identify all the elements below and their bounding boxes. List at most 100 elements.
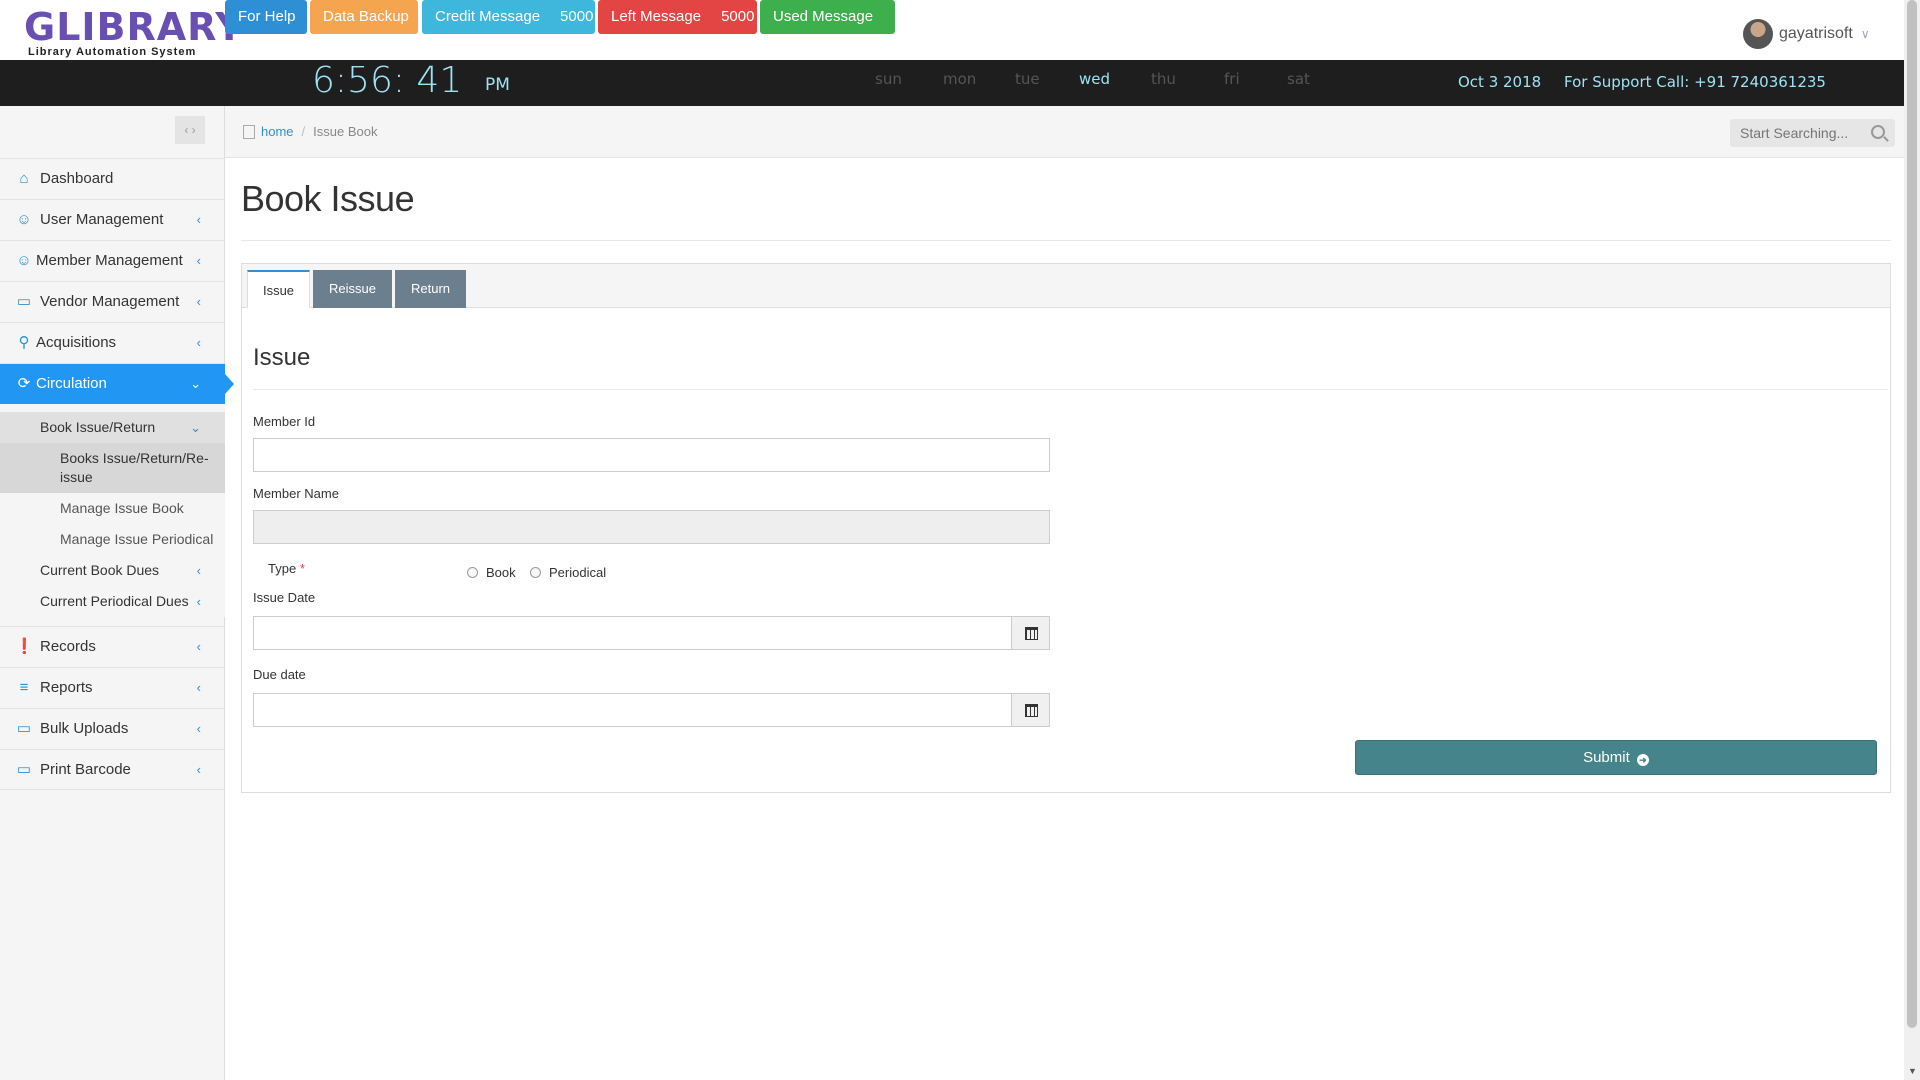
divider bbox=[241, 240, 1891, 241]
credit-message-count: 5000 bbox=[560, 8, 594, 25]
sidebar-item-acquisitions[interactable]: ⚲ Acquisitions ‹ bbox=[0, 322, 225, 363]
member-id-label: Member Id bbox=[253, 414, 316, 429]
due-date-input[interactable] bbox=[253, 693, 1012, 727]
submit-button[interactable]: Submit ➜ bbox=[1355, 740, 1877, 775]
sidebar-item-records[interactable]: ❗ Records ‹ bbox=[0, 626, 225, 667]
radio-label: Book bbox=[486, 565, 516, 580]
sidebar-item-manage-issue-book[interactable]: Manage Issue Book bbox=[0, 493, 225, 524]
arrow-circle-right-icon: ➜ bbox=[1636, 754, 1649, 766]
due-date-calendar-button[interactable] bbox=[1011, 693, 1050, 727]
search-input[interactable] bbox=[1730, 119, 1865, 147]
submenu-label: Current Book Dues bbox=[40, 562, 160, 578]
divider bbox=[253, 389, 1888, 390]
tab-strip: Issue Reissue Return bbox=[242, 264, 1890, 308]
sidebar-item-circulation[interactable]: ⟳ Circulation ⌄ bbox=[0, 363, 234, 404]
tab-issue[interactable]: Issue bbox=[247, 270, 310, 308]
type-label-row: Type * bbox=[268, 561, 305, 576]
calendar-icon bbox=[1025, 704, 1038, 717]
chevron-left-icon: ‹ bbox=[196, 212, 201, 227]
left-message-button[interactable]: Left Message 5000 bbox=[598, 0, 757, 34]
chevron-left-icon: ‹ bbox=[196, 294, 201, 309]
type-radio-periodical[interactable]: Periodical bbox=[530, 565, 606, 580]
section-title: Issue bbox=[253, 344, 311, 371]
sidebar-item-print-barcode[interactable]: ▭ Print Barcode ‹ bbox=[0, 749, 225, 790]
used-message-label: Used Message bbox=[773, 8, 874, 25]
sidebar-item-label: Print Barcode bbox=[40, 761, 131, 778]
issue-date-calendar-button[interactable] bbox=[1011, 616, 1050, 650]
issue-date-input[interactable] bbox=[253, 616, 1012, 650]
sidebar-item-current-book-dues[interactable]: Current Book Dues ‹ bbox=[0, 555, 225, 586]
chevron-left-icon: ‹ bbox=[196, 721, 201, 736]
clock-time: 6:56: 41 bbox=[312, 60, 463, 101]
scrollbar-thumb[interactable] bbox=[1907, 0, 1917, 1028]
sidebar-collapse-toggle[interactable]: ‹ › bbox=[175, 116, 205, 144]
page-title: Book Issue bbox=[241, 178, 415, 219]
chevron-down-icon: ⌄ bbox=[190, 376, 201, 391]
user-name: gayatrisoft bbox=[1779, 25, 1853, 42]
radio-button[interactable] bbox=[467, 567, 478, 578]
support-phone: For Support Call: +91 7240361235 bbox=[1564, 73, 1826, 91]
sidebar-item-manage-issue-periodical[interactable]: Manage Issue Periodical bbox=[0, 524, 225, 555]
user-menu[interactable]: gayatrisoft ∨ bbox=[1743, 18, 1870, 50]
chevron-left-icon: ‹ bbox=[196, 594, 201, 609]
sidebar-item-book-issue-return[interactable]: Book Issue/Return ⌄ bbox=[0, 412, 225, 443]
sidebar-item-label: Bulk Uploads bbox=[40, 720, 129, 737]
sidebar-item-reports[interactable]: ≡ Reports ‹ bbox=[0, 667, 225, 708]
tab-return[interactable]: Return bbox=[395, 270, 466, 308]
chevron-left-icon: ‹ bbox=[196, 762, 201, 777]
data-backup-button[interactable]: Data Backup bbox=[310, 0, 418, 34]
radio-button[interactable] bbox=[530, 567, 541, 578]
sidebar-item-current-periodical-dues[interactable]: Current Periodical Dues ‹ bbox=[0, 586, 225, 617]
submenu-label: Current Periodical Dues bbox=[40, 593, 189, 609]
sidebar-item-books-issue-return-reissue[interactable]: Books Issue/Return/Re-issue bbox=[0, 443, 225, 493]
chevron-left-icon: ‹ bbox=[196, 639, 201, 654]
weekday-tue: tue bbox=[1015, 70, 1040, 88]
chevron-left-icon: ‹ bbox=[196, 253, 201, 268]
sidebar-item-bulk-uploads[interactable]: ▭ Bulk Uploads ‹ bbox=[0, 708, 225, 749]
refresh-icon: ⟳ bbox=[17, 375, 31, 392]
due-date-picker bbox=[253, 693, 1050, 727]
breadcrumb-home-link[interactable]: home bbox=[261, 124, 294, 139]
member-id-input[interactable] bbox=[253, 438, 1050, 472]
logo-subtitle: Library Automation System bbox=[28, 46, 197, 58]
file-icon bbox=[243, 124, 255, 139]
main-content: Book Issue Issue Reissue Return Issue Me… bbox=[225, 158, 1904, 1080]
app-logo[interactable]: GLIBRARY Library Automation System bbox=[22, 4, 243, 58]
submenu-label: Book Issue/Return bbox=[40, 419, 156, 435]
chevron-left-icon: ‹ bbox=[196, 335, 201, 350]
help-button[interactable]: For Help bbox=[225, 0, 307, 34]
sidebar-item-label: Dashboard bbox=[40, 170, 114, 187]
sidebar-item-vendor-management[interactable]: ▭ Vendor Management ‹ bbox=[0, 281, 225, 322]
sidebar-item-label: Vendor Management bbox=[40, 293, 180, 310]
chevron-left-icon: ‹ bbox=[196, 680, 201, 695]
avatar bbox=[1743, 19, 1773, 49]
sidebar: ‹ › ⌂ Dashboard ☺ User Management ‹ ☺ Me… bbox=[0, 106, 234, 1080]
credit-message-button[interactable]: Credit Message 5000 bbox=[422, 0, 595, 34]
member-name-label: Member Name bbox=[253, 486, 339, 501]
alert-icon: ❗ bbox=[15, 638, 34, 655]
type-radio-book[interactable]: Book bbox=[467, 565, 516, 580]
sidebar-item-member-management[interactable]: ☺ Member Management ‹ bbox=[0, 240, 225, 281]
submit-label: Submit bbox=[1583, 749, 1630, 766]
issue-date-label: Issue Date bbox=[253, 590, 316, 605]
sidebar-item-user-management[interactable]: ☺ User Management ‹ bbox=[0, 199, 225, 240]
weekday-fri: fri bbox=[1224, 70, 1240, 88]
vertical-scrollbar[interactable]: ▼ bbox=[1904, 0, 1920, 1080]
breadcrumb-current: Issue Book bbox=[313, 124, 378, 139]
search-icon[interactable] bbox=[1871, 125, 1885, 139]
used-message-button[interactable]: Used Message bbox=[760, 0, 895, 34]
sidebar-nav: ⌂ Dashboard ☺ User Management ‹ ☺ Member… bbox=[0, 158, 234, 790]
data-backup-label: Data Backup bbox=[323, 8, 409, 25]
breadcrumb: home / Issue Book bbox=[243, 124, 377, 139]
member-name-input[interactable] bbox=[253, 510, 1050, 544]
sidebar-item-dashboard[interactable]: ⌂ Dashboard bbox=[0, 158, 225, 199]
home-icon: ⌂ bbox=[19, 170, 29, 187]
issue-date-picker bbox=[253, 616, 1050, 650]
issue-panel: Issue Reissue Return Issue Member Id Mem… bbox=[241, 263, 1891, 793]
weekday-mon: mon bbox=[943, 70, 977, 88]
user-icon: ☺ bbox=[16, 211, 32, 228]
top-header: GLIBRARY Library Automation System For H… bbox=[0, 0, 1904, 60]
tab-reissue[interactable]: Reissue bbox=[313, 270, 392, 308]
users-icon: ☺ bbox=[16, 252, 32, 269]
scroll-down-arrow-icon[interactable]: ▼ bbox=[1908, 1066, 1917, 1076]
